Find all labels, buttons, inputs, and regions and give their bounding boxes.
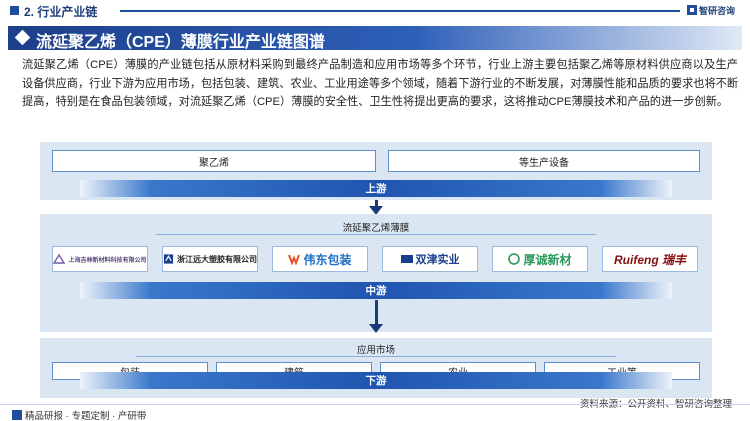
upstream-item-equipment: 等生产设备 bbox=[388, 150, 700, 172]
top-header: 2. 行业产业链 智研咨询 bbox=[0, 0, 750, 22]
houcheng-mark-icon bbox=[508, 253, 521, 265]
company-logo-weidong: 伟东包装 bbox=[272, 246, 368, 272]
company-logo-shuangjin: 双津实业 bbox=[382, 246, 478, 272]
company-logo-shanghai-jilin: 上海吉林新材料科技有限公司 bbox=[52, 246, 148, 272]
page-title: 流延聚乙烯（CPE）薄膜行业产业链图谱 bbox=[36, 34, 325, 51]
downstream-title-underline bbox=[136, 356, 616, 357]
upstream-panel: 聚乙烯 等生产设备 上游 bbox=[40, 142, 712, 200]
footer-mark-icon bbox=[12, 410, 22, 420]
down-arrow-icon bbox=[369, 324, 383, 333]
downstream-bar: 下游 bbox=[80, 372, 672, 389]
midstream-title-underline bbox=[156, 234, 596, 235]
shanghai-jilin-mark-icon bbox=[53, 253, 66, 264]
title-banner: 流延聚乙烯（CPE）薄膜行业产业链图谱 bbox=[8, 26, 742, 51]
company-logo-houcheng: 厚诚新材 bbox=[492, 246, 588, 272]
section-marker-icon bbox=[10, 6, 19, 15]
downstream-panel: 应用市场 包装 建筑 农业 工业等 bbox=[40, 338, 712, 398]
brand-logo: 智研咨询 bbox=[687, 4, 735, 17]
zhejiang-yuanda-mark-icon bbox=[163, 254, 174, 264]
midstream-title: 流延聚乙烯薄膜 bbox=[342, 223, 410, 234]
source-note: 资料来源：公开资料、智研咨询整理 bbox=[580, 396, 732, 410]
section-title: 2. 行业产业链 bbox=[24, 5, 98, 19]
brand-logo-text: 智研咨询 bbox=[699, 6, 736, 16]
diamond-icon bbox=[14, 29, 31, 46]
footer-divider bbox=[0, 404, 750, 405]
upstream-item-polyethylene: 聚乙烯 bbox=[52, 150, 376, 172]
footer-tagline-text: 精品研报 · 专题定制 · 产研带 bbox=[25, 411, 147, 421]
weidong-mark-icon bbox=[288, 254, 301, 265]
midstream-bar: 中游 bbox=[80, 282, 672, 299]
shuangjin-mark-icon bbox=[400, 255, 413, 263]
header-divider bbox=[120, 10, 680, 12]
brand-logo-icon bbox=[687, 5, 697, 15]
industry-chain-diagram: 聚乙烯 等生产设备 上游 流延聚乙烯薄膜 上海吉林新材料科技有限公司 浙江远大塑… bbox=[40, 138, 712, 404]
company-logo-ruifeng: Ruifeng 瑞丰 bbox=[602, 246, 698, 272]
footer-tagline: 精品研报 · 专题定制 · 产研带 bbox=[12, 408, 146, 421]
company-logo-zhejiang-yuanda: 浙江远大塑胶有限公司 bbox=[162, 246, 258, 272]
upstream-bar: 上游 bbox=[80, 180, 672, 197]
downstream-title: 应用市场 bbox=[356, 345, 395, 356]
intro-paragraph: 流延聚乙烯（CPE）薄膜的产业链包括从原材料采购到最终产品制造和应用市场等多个环… bbox=[22, 59, 739, 108]
